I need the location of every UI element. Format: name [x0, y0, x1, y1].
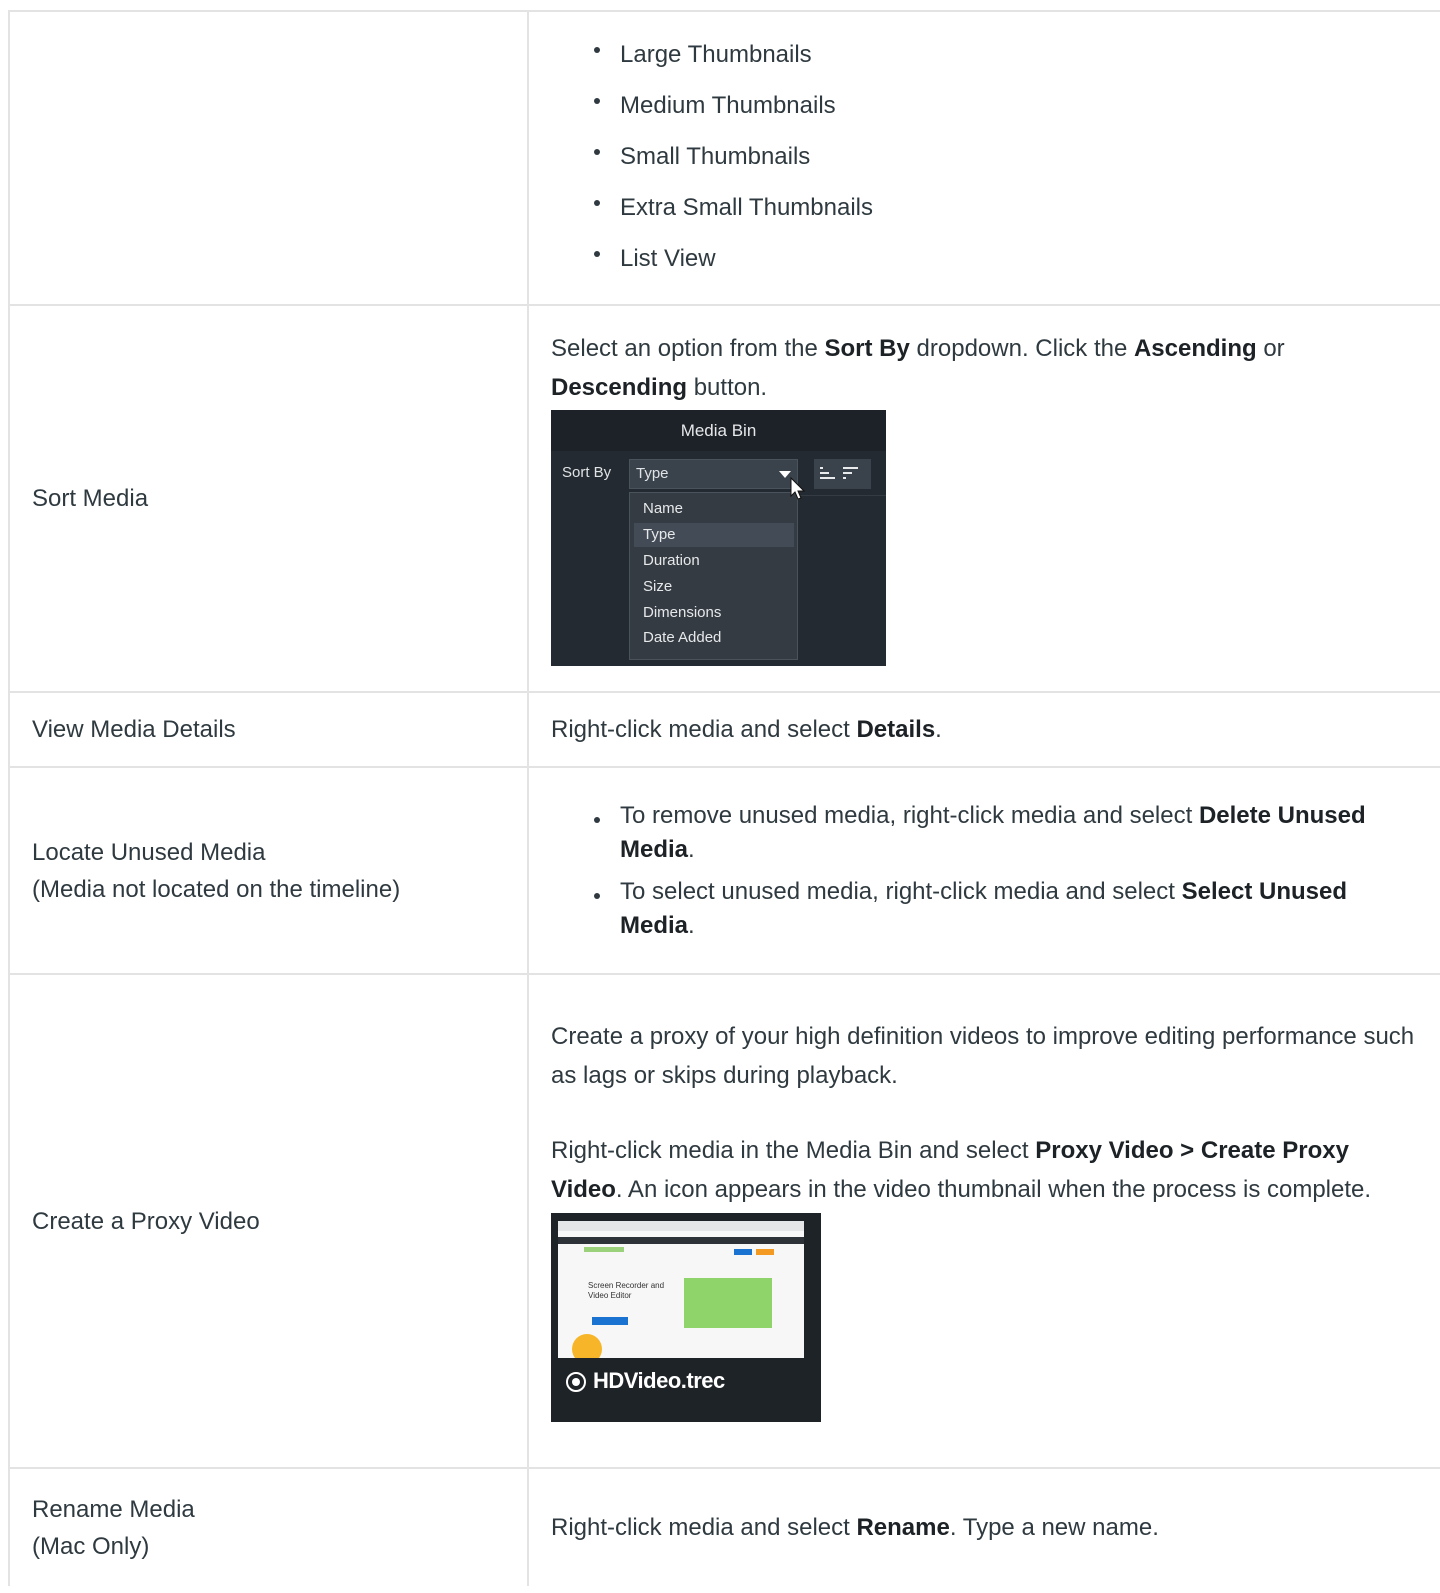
list-item: Small Thumbnails — [594, 131, 1418, 182]
bold-term: Descending — [551, 374, 688, 401]
browser-bar — [558, 1220, 804, 1231]
hd-video-thumbnail: Screen Recorder and Video Editor HDVideo… — [551, 1212, 821, 1422]
row-content-cell: Right-click media and select Details. — [527, 691, 1440, 768]
text-run: To remove unused media, right-click medi… — [620, 801, 1199, 829]
click-highlight — [572, 1333, 602, 1358]
media-bin-title: Media Bin — [551, 410, 886, 451]
row-label: Locate Unused Media — [32, 838, 266, 866]
site-nav — [558, 1236, 804, 1244]
text-run: button. — [687, 374, 768, 401]
table-row: Large Thumbnails Medium Thumbnails Small… — [8, 10, 1440, 306]
rename-instructions: Right-click media and select Rename. Typ… — [551, 1508, 1418, 1547]
text-run: Right-click media and select — [551, 1514, 857, 1541]
media-actions-table: Large Thumbnails Medium Thumbnails Small… — [8, 10, 1440, 1586]
sort-ascending-icon[interactable] — [814, 459, 871, 489]
row-content-cell: To remove unused media, right-click medi… — [527, 766, 1440, 975]
sort-instructions: Select an option from the Sort By dropdo… — [551, 329, 1418, 407]
list-item: List View — [594, 233, 1418, 284]
proxy-description: Create a proxy of your high definition v… — [551, 1022, 1415, 1089]
text-run: Right-click media in the Media Bin and s… — [551, 1136, 1036, 1164]
text-run: To select unused media, right-click medi… — [620, 877, 1182, 905]
preview-illustration — [684, 1277, 772, 1328]
preview-cta — [592, 1316, 628, 1325]
sort-by-dropdown[interactable]: Type — [629, 459, 798, 489]
preview-headline: Screen Recorder and — [588, 1280, 665, 1290]
menu-item-duration[interactable]: Duration — [643, 550, 700, 572]
row-sublabel: (Media not located on the timeline) — [32, 875, 401, 903]
text-run: . An icon appears in the video thumbnail… — [615, 1175, 1372, 1203]
row-label: Rename Media — [32, 1495, 195, 1523]
bold-term: Details — [856, 716, 936, 743]
divider — [798, 495, 886, 496]
menu-item-name[interactable]: Name — [643, 498, 683, 520]
text-run: or — [1256, 335, 1285, 362]
row-content-cell: Select an option from the Sort By dropdo… — [527, 304, 1440, 693]
table-row: Rename Media (Mac Only) Right-click medi… — [8, 1467, 1440, 1586]
cursor-icon — [790, 476, 806, 500]
menu-item-dimensions[interactable]: Dimensions — [643, 602, 721, 624]
video-filename: HDVideo.trec — [593, 1367, 725, 1393]
text-run: Select an option from the — [551, 335, 825, 362]
table-row: View Media Details Right-click media and… — [8, 691, 1440, 768]
sort-by-selected: Type — [636, 465, 669, 482]
menu-item-size[interactable]: Size — [643, 576, 672, 598]
preview-button — [734, 1248, 752, 1255]
media-bin-screenshot: Media Bin Sort By Type Name Type Duratio… — [551, 410, 886, 666]
text-run: . Type a new name. — [949, 1514, 1159, 1541]
text-run: . — [688, 835, 695, 863]
row-label-sort-media: Sort Media — [8, 304, 529, 693]
bold-term: Sort By — [824, 335, 910, 362]
list-item: Medium Thumbnails — [594, 80, 1418, 131]
table-row: Locate Unused Media (Media not located o… — [8, 766, 1440, 975]
proxy-instructions: Right-click media in the Media Bin and s… — [551, 1131, 1418, 1209]
text-run: . — [935, 716, 942, 743]
row-label-rename-media: Rename Media (Mac Only) — [8, 1467, 529, 1586]
bold-term: Ascending — [1133, 335, 1257, 362]
text-run: Right-click media and select — [551, 716, 857, 743]
text-run: dropdown. Click the — [909, 335, 1134, 362]
unused-media-list: To remove unused media, right-click medi… — [551, 799, 1418, 943]
row-label-view-details: View Media Details — [8, 691, 529, 768]
list-item: Large Thumbnails — [594, 29, 1418, 80]
details-instructions: Right-click media and select Details. — [551, 710, 1418, 749]
sort-by-label: Sort By — [562, 464, 612, 481]
record-icon — [566, 1371, 586, 1392]
row-label-cell — [8, 10, 529, 306]
view-options-list: Large Thumbnails Medium Thumbnails Small… — [551, 29, 1418, 284]
sort-order-buttons[interactable] — [814, 459, 871, 489]
menu-item-type[interactable]: Type — [643, 524, 676, 546]
menu-item-date-added[interactable]: Date Added — [643, 627, 721, 649]
table-row: Create a Proxy Video Create a proxy of y… — [8, 973, 1440, 1469]
preview-button — [756, 1248, 774, 1255]
bold-term: Rename — [856, 1514, 950, 1541]
sort-by-options-menu: Name Type Duration Size Dimensions Date … — [629, 492, 798, 660]
list-item: Extra Small Thumbnails — [594, 182, 1418, 233]
video-preview: Screen Recorder and Video Editor — [558, 1220, 804, 1358]
row-content-cell: Large Thumbnails Medium Thumbnails Small… — [527, 10, 1440, 306]
list-item: To select unused media, right-click medi… — [594, 875, 1418, 943]
row-label-proxy-video: Create a Proxy Video — [8, 973, 529, 1469]
row-content-cell: Right-click media and select Rename. Typ… — [527, 1467, 1440, 1586]
text-run: . — [688, 911, 695, 939]
row-label-unused-media: Locate Unused Media (Media not located o… — [8, 766, 529, 975]
list-item: To remove unused media, right-click medi… — [594, 799, 1418, 867]
preview-headline: Video Editor — [588, 1290, 632, 1300]
table-row: Sort Media Select an option from the Sor… — [8, 304, 1440, 693]
row-sublabel: (Mac Only) — [32, 1532, 150, 1560]
site-logo — [584, 1246, 624, 1252]
row-content-cell: Create a proxy of your high definition v… — [527, 973, 1440, 1469]
